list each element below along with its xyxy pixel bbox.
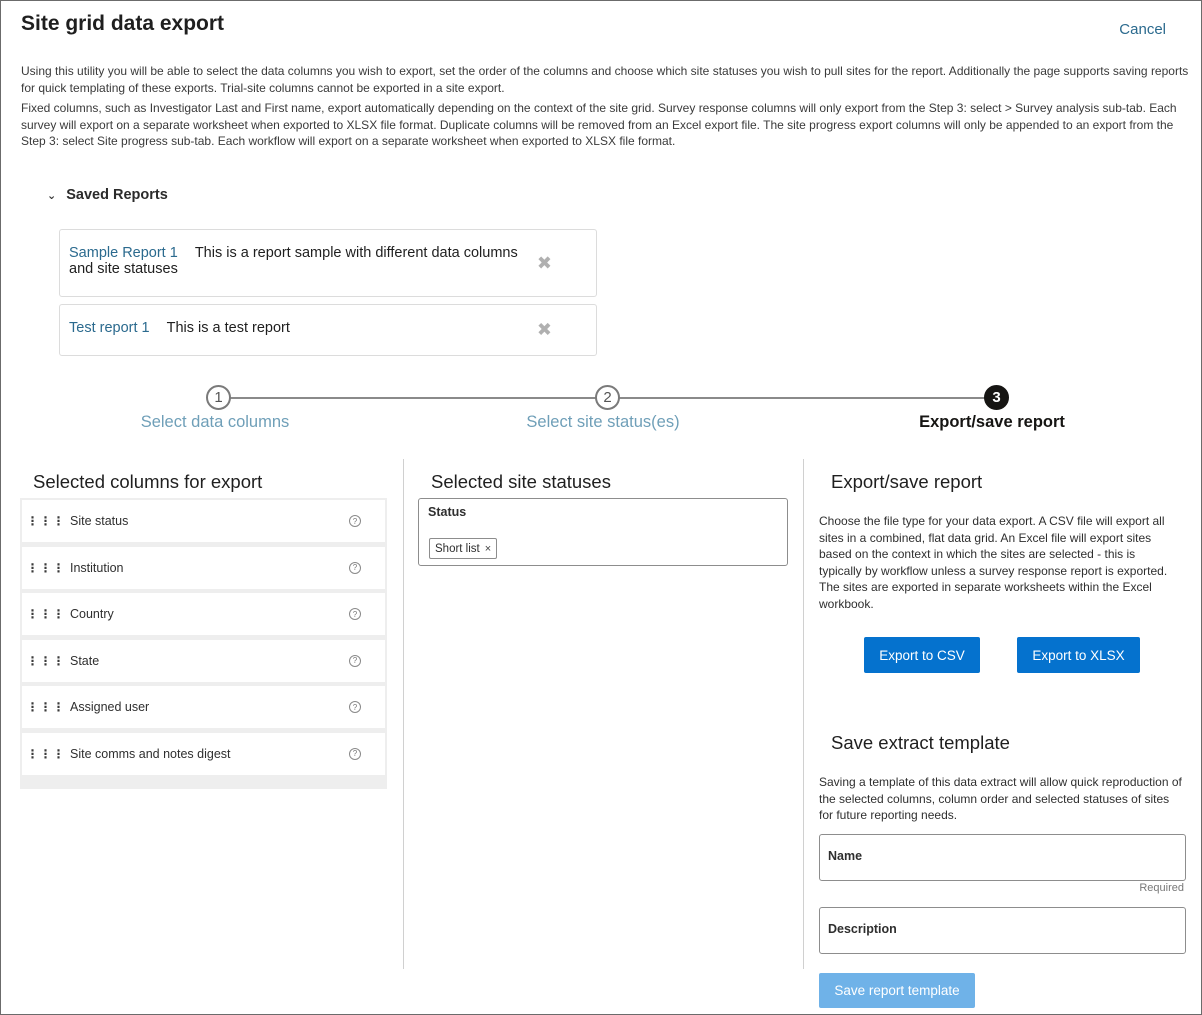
selected-columns-title: Selected columns for export (33, 471, 263, 492)
intro-paragraph-1: Using this utility you will be able to s… (21, 64, 1189, 95)
help-icon[interactable]: ? (349, 654, 361, 667)
status-multiselect[interactable]: Status Short list × (418, 498, 788, 566)
save-template-title: Save extract template (831, 732, 1010, 753)
saved-report-name-link[interactable]: Sample Report 1 (69, 245, 178, 261)
saved-report-card: Test report 1 This is a test report ✖ (59, 304, 597, 356)
saved-report-card: Sample Report 1 This is a report sample w… (59, 229, 597, 297)
column-label: Country (70, 607, 114, 622)
selected-statuses-title: Selected site statuses (431, 471, 611, 492)
step-3-circle[interactable]: 3 (984, 385, 1009, 410)
help-icon[interactable]: ? (349, 561, 361, 574)
column-label: Site comms and notes digest (70, 746, 231, 761)
drag-handle-icon[interactable]: ⋮⋮⋮ (22, 607, 70, 621)
intro-text: Using this utility you will be able to s… (21, 63, 1191, 154)
list-item[interactable]: ⋮⋮⋮ Site status ? (22, 500, 385, 542)
status-chip: Short list × (429, 538, 498, 559)
close-icon[interactable]: ✖ (537, 320, 552, 341)
status-field-label: Status (428, 505, 467, 519)
required-hint: Required (1139, 882, 1184, 894)
step-1-circle[interactable]: 1 (206, 385, 231, 410)
export-csv-button[interactable]: Export to CSV (864, 637, 980, 673)
saved-reports-header: Saved Reports (66, 187, 168, 203)
export-description: Choose the file type for your data expor… (819, 514, 1168, 611)
export-title: Export/save report (831, 471, 983, 492)
step-2-label[interactable]: Select site status(es) (526, 413, 679, 432)
drag-handle-icon[interactable]: ⋮⋮⋮ (22, 747, 70, 761)
name-field-label: Name (828, 849, 863, 863)
close-icon[interactable]: × (485, 543, 491, 555)
column-divider (803, 459, 804, 969)
column-label: Institution (70, 560, 124, 575)
column-label: Site status (70, 514, 129, 528)
step-2-circle[interactable]: 2 (595, 385, 620, 410)
save-report-template-button[interactable]: Save report template (819, 973, 975, 1008)
selected-columns-list: ⋮⋮⋮ Site status ? ⋮⋮⋮ Institution ? ⋮⋮⋮ … (20, 498, 387, 789)
description-field-label: Description (828, 922, 897, 936)
list-item[interactable]: ⋮⋮⋮ Country ? (22, 593, 385, 636)
drag-handle-icon[interactable]: ⋮⋮⋮ (22, 654, 70, 668)
help-icon[interactable]: ? (349, 608, 361, 621)
export-xlsx-button[interactable]: Export to XLSX (1017, 637, 1140, 673)
drag-handle-icon[interactable]: ⋮⋮⋮ (22, 514, 70, 528)
saved-report-description: This is a test report (166, 320, 290, 336)
page-title: Site grid data export (21, 12, 225, 35)
step-3-label: Export/save report (919, 413, 1065, 431)
column-divider (403, 459, 404, 969)
list-item[interactable]: ⋮⋮⋮ Institution ? (22, 546, 385, 589)
close-icon[interactable]: ✖ (537, 254, 552, 272)
help-icon[interactable]: ? (349, 515, 361, 527)
name-field[interactable]: Name (819, 834, 1186, 881)
chevron-down-icon: ⌄ (47, 189, 57, 202)
list-item[interactable]: ⋮⋮⋮ State ? (22, 639, 385, 682)
description-field[interactable]: Description (819, 907, 1186, 954)
cancel-link[interactable]: Cancel (1119, 21, 1166, 38)
dialog-frame: Site grid data export Cancel Using this … (0, 0, 1202, 1015)
drag-handle-icon[interactable]: ⋮⋮⋮ (22, 700, 70, 714)
save-template-description: Saving a template of this data extract w… (819, 775, 1182, 822)
list-item[interactable]: ⋮⋮⋮ Assigned user ? (22, 686, 385, 729)
column-label: State (70, 653, 100, 668)
list-item[interactable]: ⋮⋮⋮ Site comms and notes digest ? (22, 732, 385, 775)
saved-reports-toggle[interactable]: ⌄ Saved Reports (47, 187, 168, 203)
help-icon[interactable]: ? (349, 747, 361, 760)
step-1-label[interactable]: Select data columns (141, 413, 290, 432)
column-label: Assigned user (70, 700, 150, 715)
status-chip-label: Short list (435, 542, 480, 555)
intro-paragraph-2: Fixed columns, such as Investigator Last… (21, 101, 1177, 148)
drag-handle-icon[interactable]: ⋮⋮⋮ (22, 561, 70, 575)
help-icon[interactable]: ? (349, 701, 361, 714)
saved-report-name-link[interactable]: Test report 1 (69, 320, 150, 336)
